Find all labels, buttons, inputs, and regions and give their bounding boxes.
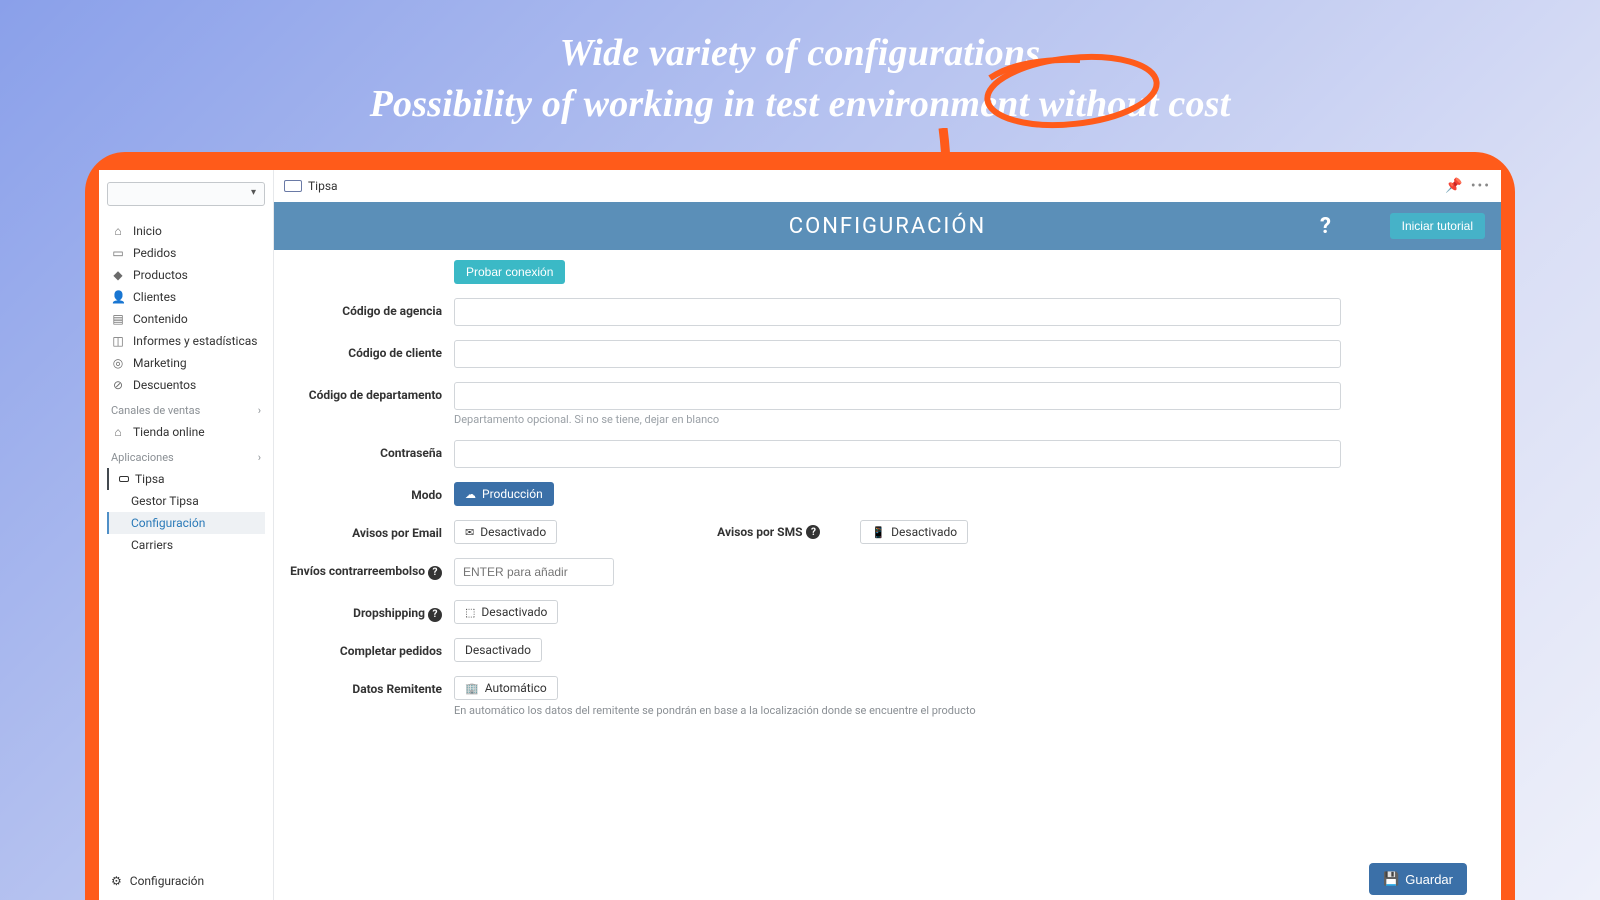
label-datos-remitente: Datos Remitente <box>284 676 454 696</box>
label-codigo-agencia: Código de agencia <box>284 298 454 318</box>
nav-pedidos[interactable]: ▭ Pedidos <box>107 242 265 264</box>
nav-app-tipsa[interactable]: Tipsa <box>107 468 265 490</box>
nav-inicio[interactable]: ⌂ Inicio <box>107 220 265 242</box>
nav-settings[interactable]: ⚙ Configuración <box>107 866 265 900</box>
section-label: Canales de ventas <box>111 404 200 417</box>
nav-label: Pedidos <box>133 246 176 260</box>
label-codigo-cliente: Código de cliente <box>284 340 454 360</box>
label-reembolso: Envíos contrarreembolso ? <box>284 558 454 580</box>
nav-contenido[interactable]: ▤ Contenido <box>107 308 265 330</box>
analytics-icon: ◫ <box>111 334 125 348</box>
hint-remitente: En automático los datos del remitente se… <box>454 704 1341 717</box>
input-reembolso[interactable] <box>454 558 614 586</box>
start-tutorial-button[interactable]: Iniciar tutorial <box>1390 213 1485 239</box>
hero-title-1: Wide variety of configurations <box>0 28 1600 79</box>
hero-title-2: Possibility of working in test environme… <box>0 79 1600 130</box>
nav-label: Configuración <box>130 874 204 888</box>
toggle-remitente[interactable]: 🏢 Automático <box>454 676 558 700</box>
nav-label: Clientes <box>133 290 176 304</box>
help-icon[interactable]: ? <box>806 525 820 539</box>
more-icon[interactable]: ••• <box>1471 178 1491 194</box>
input-contrasena[interactable] <box>454 440 1341 468</box>
label-dropshipping: Dropshipping ? <box>284 600 454 622</box>
chevron-down-icon: ▾ <box>251 187 256 198</box>
input-codigo-agencia[interactable] <box>454 298 1341 326</box>
label-completar-pedidos: Completar pedidos <box>284 638 454 658</box>
nav-configuracion[interactable]: Configuración <box>107 512 265 534</box>
tipsa-logo-icon <box>119 476 129 482</box>
section-canales[interactable]: Canales de ventas › <box>107 396 265 421</box>
tipsa-logo-icon <box>284 180 302 192</box>
nav-label: Productos <box>133 268 188 282</box>
nav-label: Tienda online <box>133 425 205 439</box>
pin-icon[interactable]: 📌 <box>1445 178 1462 194</box>
target-icon: ◎ <box>111 356 125 370</box>
nav-label: Descuentos <box>133 378 196 392</box>
nav-label: Tipsa <box>135 472 165 486</box>
toggle-text: Desactivado <box>480 525 546 539</box>
modo-toggle[interactable]: ☁ Producción <box>454 482 554 506</box>
app-chip[interactable]: Tipsa <box>284 179 338 193</box>
page-banner: CONFIGURACIÓN ? Iniciar tutorial <box>274 202 1501 250</box>
toggle-avisos-email[interactable]: ✉ Desactivado <box>454 520 557 544</box>
section-label: Aplicaciones <box>111 451 174 464</box>
toggle-text: Desactivado <box>891 525 957 539</box>
toggle-text: Automático <box>485 681 547 695</box>
orders-icon: ▭ <box>111 246 125 260</box>
tag-icon: ◆ <box>111 268 125 282</box>
label-avisos-email: Avisos por Email <box>284 520 454 540</box>
label-modo: Modo <box>284 482 454 502</box>
home-icon: ⌂ <box>111 224 125 238</box>
nav-label: Marketing <box>133 356 187 370</box>
toggle-avisos-sms[interactable]: 📱 Desactivado <box>860 520 968 544</box>
discount-icon: ⊘ <box>111 378 125 392</box>
store-icon: ⌂ <box>111 425 125 439</box>
toggle-completar[interactable]: Desactivado <box>454 638 542 662</box>
phone-icon: 📱 <box>871 526 885 539</box>
label-codigo-departamento: Código de departamento <box>284 382 454 402</box>
save-icon: 💾 <box>1383 871 1399 887</box>
label-avisos-sms: Avisos por SMS? <box>717 525 820 539</box>
user-icon: 👤 <box>111 290 125 304</box>
store-selector[interactable]: ▾ <box>107 182 265 206</box>
app-name: Tipsa <box>308 179 338 193</box>
nav-carriers[interactable]: Carriers <box>107 534 265 556</box>
input-codigo-cliente[interactable] <box>454 340 1341 368</box>
chevron-right-icon: › <box>258 404 261 417</box>
toggle-text: Desactivado <box>465 643 531 657</box>
help-icon[interactable]: ? <box>1320 214 1331 239</box>
cloud-icon: ☁ <box>465 488 476 501</box>
toggle-dropshipping[interactable]: ⬚ Desactivado <box>454 600 558 624</box>
toggle-text: Desactivado <box>481 605 547 619</box>
page-title: CONFIGURACIÓN <box>789 214 986 239</box>
nav-tienda-online[interactable]: ⌂ Tienda online <box>107 421 265 443</box>
building-icon: 🏢 <box>465 682 479 695</box>
test-connection-button[interactable]: Probar conexión <box>454 260 565 284</box>
nav-label: Inicio <box>133 224 162 238</box>
nav-label: Informes y estadísticas <box>133 334 257 348</box>
nav-clientes[interactable]: 👤 Clientes <box>107 286 265 308</box>
nav-label: Contenido <box>133 312 188 326</box>
save-button[interactable]: 💾 Guardar <box>1369 863 1467 895</box>
content-icon: ▤ <box>111 312 125 326</box>
nav-productos[interactable]: ◆ Productos <box>107 264 265 286</box>
help-icon[interactable]: ? <box>428 608 442 622</box>
help-icon[interactable]: ? <box>428 566 442 580</box>
nav-informes[interactable]: ◫ Informes y estadísticas <box>107 330 265 352</box>
hint-departamento: Departamento opcional. Si no se tiene, d… <box>454 413 1341 426</box>
box-icon: ⬚ <box>465 606 475 619</box>
chevron-right-icon: › <box>258 451 261 464</box>
modo-value: Producción <box>482 487 543 501</box>
input-codigo-departamento[interactable] <box>454 382 1341 410</box>
section-aplicaciones[interactable]: Aplicaciones › <box>107 443 265 468</box>
save-label: Guardar <box>1405 872 1453 887</box>
mail-icon: ✉ <box>465 526 474 539</box>
label-contrasena: Contraseña <box>284 440 454 460</box>
nav-marketing[interactable]: ◎ Marketing <box>107 352 265 374</box>
nav-gestor-tipsa[interactable]: Gestor Tipsa <box>107 490 265 512</box>
nav-descuentos[interactable]: ⊘ Descuentos <box>107 374 265 396</box>
gear-icon: ⚙ <box>111 874 122 888</box>
